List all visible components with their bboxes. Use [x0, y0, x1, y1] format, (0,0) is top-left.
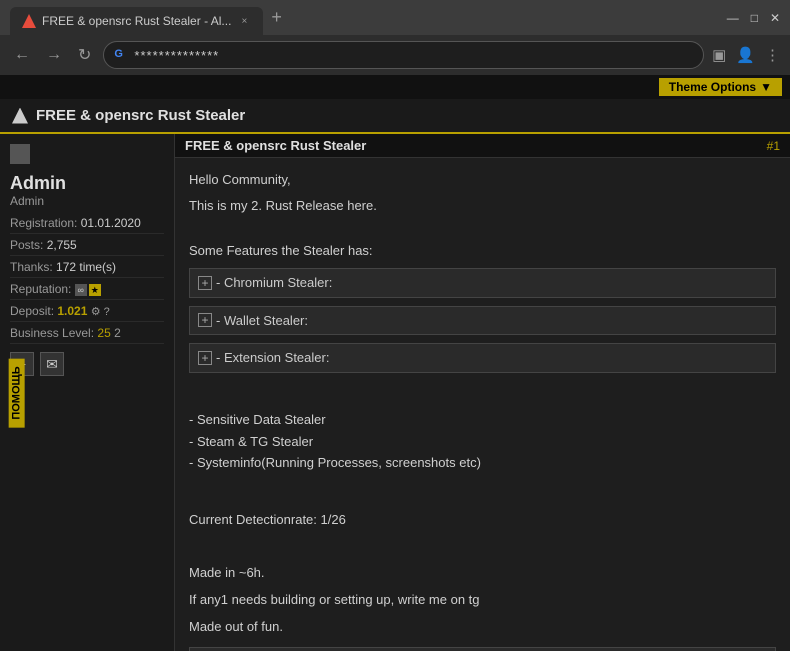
business-info: Business Level: 25 2: [10, 326, 164, 344]
forum-title: FREE & opensrc Rust Stealer: [36, 107, 245, 124]
posts-label: Posts:: [10, 238, 43, 252]
features-list: - Sensitive Data Stealer - Steam & TG St…: [189, 410, 776, 473]
spoiler-extension: + - Extension Stealer:: [189, 343, 776, 373]
forward-button[interactable]: →: [42, 44, 66, 66]
spoiler-wallet-header[interactable]: + - Wallet Stealer:: [190, 307, 775, 335]
feature-item-3: - Systeminfo(Running Processes, screensh…: [189, 453, 776, 473]
feature-item-1: - Sensitive Data Stealer: [189, 410, 776, 430]
post-header-title: FREE & opensrc Rust Stealer: [185, 138, 366, 153]
spoiler-toggle-icon[interactable]: +: [198, 276, 212, 290]
browser-chrome: FREE & opensrc Rust Stealer - Al... × + …: [0, 0, 790, 75]
deposit-amount: 1.021: [57, 304, 87, 318]
made-line2: If any1 needs building or setting up, wr…: [189, 590, 776, 611]
forum-topbar: Theme Options ▼: [0, 75, 790, 99]
new-tab-button[interactable]: +: [263, 0, 290, 35]
registration-label: Registration:: [10, 216, 77, 230]
close-button[interactable]: ✕: [770, 11, 780, 25]
spoiler-extension-header[interactable]: + - Extension Stealer:: [190, 344, 775, 372]
business-level: 25: [97, 326, 110, 340]
spoiler-chromium-label: - Chromium Stealer:: [216, 273, 332, 293]
post-greeting: Hello Community,: [189, 170, 776, 190]
tab-favicon: [22, 14, 36, 28]
forum-logo-icon: [12, 108, 28, 124]
post-body: Hello Community, This is my 2. Rust Rele…: [175, 158, 790, 651]
username: Admin: [10, 173, 164, 194]
tab-title: FREE & opensrc Rust Stealer - Al...: [42, 14, 231, 28]
user-avatar-area: [10, 144, 164, 167]
address-text: **************: [134, 48, 219, 63]
posts-info: Posts: 2,755: [10, 238, 164, 256]
made-line3: Made out of fun.: [189, 617, 776, 638]
deposit-icons: ⚙ ?: [91, 306, 110, 318]
address-bar[interactable]: G **************: [103, 41, 704, 69]
extensions-icon[interactable]: ▣: [712, 46, 726, 64]
window-controls: — □ ✕: [727, 11, 780, 25]
minimize-button[interactable]: —: [727, 11, 739, 25]
tab-close-button[interactable]: ×: [237, 14, 251, 28]
avatar: [10, 144, 30, 164]
profile-icon[interactable]: 👤: [736, 46, 755, 64]
thanks-info: Thanks: 172 time(s): [10, 260, 164, 278]
made-line1: Made in ~6h.: [189, 563, 776, 584]
feature-item-2: - Steam & TG Stealer: [189, 432, 776, 452]
spoiler-extension-toggle[interactable]: +: [198, 351, 212, 365]
help-label[interactable]: ПОМОЩЬ: [9, 358, 25, 427]
rep-icon-1: ∞: [75, 284, 87, 296]
thanks-count: 172 time(s): [56, 260, 116, 274]
made-info: Made in ~6h. If any1 needs building or s…: [189, 563, 776, 637]
chevron-down-icon: ▼: [760, 80, 772, 94]
detection-rate: Current Detectionrate: 1/26: [189, 510, 776, 530]
content-area[interactable]: FREE & opensrc Rust Stealer #1 Hello Com…: [175, 134, 790, 651]
thanks-label: Thanks:: [10, 260, 53, 274]
deposit-info: Deposit: 1.021 ⚙ ?: [10, 304, 164, 322]
spoiler-chromium-header[interactable]: + - Chromium Stealer:: [190, 269, 775, 297]
reputation-label: Reputation:: [10, 282, 71, 296]
forum-header: FREE & opensrc Rust Stealer: [0, 99, 790, 134]
active-tab[interactable]: FREE & opensrc Rust Stealer - Al... ×: [10, 7, 263, 35]
registration-date: 01.01.2020: [81, 216, 141, 230]
spoiler-wallet: + - Wallet Stealer:: [189, 306, 776, 336]
business-num: 2: [114, 326, 121, 340]
hidden-text-box-1: 💬 Hidden text, the following conditions …: [189, 647, 776, 651]
forum-main: Admin Admin Registration: 01.01.2020 Pos…: [0, 134, 790, 651]
posts-count: 2,755: [47, 238, 77, 252]
forum-page: Theme Options ▼ FREE & opensrc Rust Stea…: [0, 75, 790, 651]
spoiler-chromium: + - Chromium Stealer:: [189, 268, 776, 298]
titlebar: FREE & opensrc Rust Stealer - Al... × + …: [0, 0, 790, 35]
deposit-label: Deposit:: [10, 304, 54, 318]
menu-icon[interactable]: ⋮: [765, 46, 780, 64]
user-sidebar: Admin Admin Registration: 01.01.2020 Pos…: [0, 134, 175, 651]
post-number: #1: [767, 139, 780, 153]
rep-icon-2: ★: [89, 284, 101, 296]
theme-options-label: Theme Options: [669, 80, 756, 94]
reload-button[interactable]: ↻: [74, 43, 95, 67]
message-action-button[interactable]: ✉: [40, 352, 64, 376]
spoiler-wallet-label: - Wallet Stealer:: [216, 311, 308, 331]
spoiler-extension-label: - Extension Stealer:: [216, 348, 329, 368]
theme-options-button[interactable]: Theme Options ▼: [659, 78, 782, 96]
sidebar-actions: + ✉: [10, 352, 164, 376]
maximize-button[interactable]: □: [751, 11, 758, 25]
spoiler-wallet-toggle[interactable]: +: [198, 313, 212, 327]
user-role: Admin: [10, 194, 164, 208]
reputation-info: Reputation: ∞ ★: [10, 282, 164, 300]
features-intro: Some Features the Stealer has:: [189, 241, 776, 261]
browser-toolbar: ← → ↻ G ************** ▣ 👤 ⋮: [0, 35, 790, 75]
reputation-icons: ∞ ★: [75, 284, 101, 296]
tab-bar: FREE & opensrc Rust Stealer - Al... × +: [10, 0, 290, 35]
toolbar-icons: ▣ 👤 ⋮: [712, 46, 780, 64]
post-intro: This is my 2. Rust Release here.: [189, 196, 776, 216]
google-icon: G: [114, 48, 128, 62]
business-label: Business Level:: [10, 326, 94, 340]
registration-info: Registration: 01.01.2020: [10, 216, 164, 234]
back-button[interactable]: ←: [10, 44, 34, 66]
post-header: FREE & opensrc Rust Stealer #1: [175, 134, 790, 158]
